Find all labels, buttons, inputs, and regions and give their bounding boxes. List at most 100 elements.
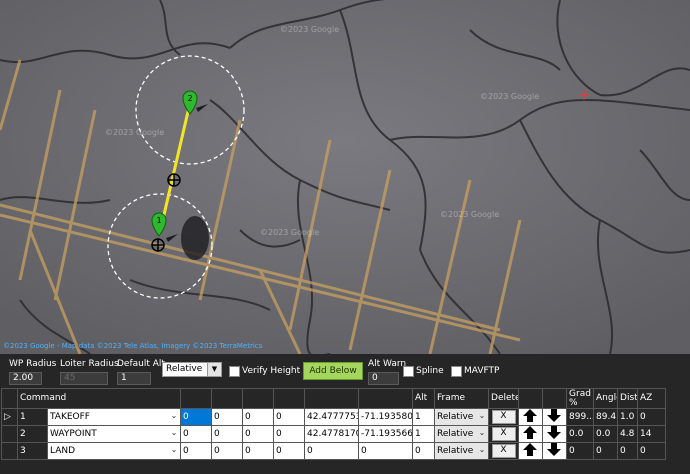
command-select[interactable]: WAYPOINT ⌄ [46, 425, 182, 443]
arrow-down-icon[interactable] [545, 443, 563, 458]
param2-cell-text: 0 [214, 429, 220, 439]
param3-cell[interactable]: 0 [242, 408, 275, 426]
add-below-button[interactable]: Add Below [303, 362, 363, 380]
grad-cell: 0.0 [566, 425, 595, 443]
header-alt[interactable]: Alt [412, 388, 436, 409]
header-param4[interactable] [273, 388, 306, 409]
row-number: 3 [17, 442, 48, 460]
arrow-down-icon[interactable] [545, 426, 563, 441]
header-param2[interactable] [211, 388, 244, 409]
dist-cell: 0 [617, 442, 639, 460]
header-delete[interactable]: Delete [488, 388, 520, 409]
header-lon[interactable] [358, 388, 414, 409]
param1-cell-text: 0 [183, 429, 189, 439]
table-row[interactable]: 3 LAND ⌄ 0 0 0 0 0 0 0 Relative ⌄ X 0 0 0 0 [1, 442, 666, 460]
alt-cell-text: 1 [415, 429, 421, 439]
arrow-up-icon[interactable] [521, 443, 539, 458]
home-location-icon[interactable] [151, 238, 165, 252]
param1-cell-text: 0 [183, 412, 189, 422]
alt-cell-text: 1 [415, 412, 421, 422]
param4-cell[interactable]: 0 [273, 408, 306, 426]
lat-cell[interactable]: 0 [304, 442, 360, 460]
wp-radius-label: WP Radius [9, 359, 57, 369]
param2-cell[interactable]: 0 [211, 408, 244, 426]
lon-cell[interactable]: -71.1935803 [358, 408, 414, 426]
param4-cell[interactable]: 0 [273, 425, 306, 443]
target-crosshair-icon [579, 90, 589, 100]
angle-cell: 89.4 [593, 408, 619, 426]
arrow-up-icon[interactable] [521, 426, 539, 441]
mavftp-checkbox[interactable] [451, 366, 462, 377]
chevron-down-icon: ▼ [207, 363, 221, 376]
chevron-down-icon: ⌄ [170, 428, 178, 437]
param1-cell[interactable]: 0 [180, 442, 213, 460]
param2-cell[interactable]: 0 [211, 425, 244, 443]
alt-cell[interactable]: 1 [412, 425, 436, 443]
loiter-radius-input[interactable]: 45 [60, 372, 108, 385]
header-param3[interactable] [242, 388, 275, 409]
param3-cell-text: 0 [245, 446, 251, 456]
spline-checkbox[interactable] [403, 366, 414, 377]
angle-cell: 0 [593, 442, 619, 460]
param3-cell[interactable]: 0 [242, 442, 275, 460]
param3-cell-text: 0 [245, 412, 251, 422]
alt-cell-text: 0 [415, 446, 421, 456]
alt-cell[interactable]: 0 [412, 442, 436, 460]
param1-cell[interactable]: 0 [180, 408, 213, 426]
param1-cell[interactable]: 0 [180, 425, 213, 443]
chevron-down-icon: ⌄ [170, 411, 178, 420]
az-cell: 14 [637, 425, 666, 443]
frame-cell-text: Relative [437, 429, 474, 439]
delete-cell: X [488, 442, 520, 460]
param4-cell-text: 0 [276, 412, 282, 422]
command-select-text: TAKEOFF [50, 412, 90, 422]
lat-cell[interactable]: 42.4777753 [304, 408, 360, 426]
param3-cell-text: 0 [245, 429, 251, 439]
wp-radius-input[interactable]: 2.00 [9, 372, 42, 385]
frame-cell[interactable]: Relative ⌄ [434, 442, 490, 460]
verify-height-checkbox[interactable] [229, 366, 240, 377]
waypoint-marker-1[interactable]: 1 [151, 212, 167, 237]
frame-cell[interactable]: Relative ⌄ [434, 408, 490, 426]
default-alt-label: Default Alt [117, 359, 165, 369]
waypoint-marker-2[interactable]: 2 [182, 90, 198, 115]
move-up-cell [518, 442, 544, 460]
header-param1[interactable] [180, 388, 213, 409]
frame-select-value: Relative [166, 364, 203, 374]
command-select[interactable]: LAND ⌄ [46, 442, 182, 460]
param4-cell[interactable]: 0 [273, 442, 306, 460]
frame-select[interactable]: Relative ▼ [162, 362, 222, 377]
table-row[interactable]: 2 WAYPOINT ⌄ 0 0 0 0 42.4778170-71.19356611 Rela… [1, 425, 666, 443]
delete-button[interactable]: X [491, 444, 516, 458]
lat-cell[interactable]: 42.4778170 [304, 425, 360, 443]
az-cell: 0 [637, 442, 666, 460]
frame-cell[interactable]: Relative ⌄ [434, 425, 490, 443]
alt-warn-label: Alt Warn [368, 359, 407, 369]
header-command[interactable]: Command [16, 388, 182, 409]
param2-cell[interactable]: 0 [211, 442, 244, 460]
default-alt-input[interactable]: 1 [117, 372, 151, 385]
delete-button[interactable]: X [491, 410, 516, 424]
alt-cell[interactable]: 1 [412, 408, 436, 426]
delete-button[interactable]: X [491, 427, 516, 441]
lon-cell-text: 0 [361, 446, 367, 456]
header-grad[interactable]: Grad % [566, 388, 595, 409]
header-angle[interactable]: Angle [593, 388, 619, 409]
midpoint-add-icon[interactable] [167, 173, 181, 187]
param3-cell[interactable]: 0 [242, 425, 275, 443]
mission-grid: Command Alt Frame Delete Grad % Angle Di… [1, 388, 666, 460]
map-view[interactable]: ©2023 Google ©2023 Google ©2023 Google ©… [0, 0, 690, 354]
arrow-down-icon[interactable] [545, 409, 563, 424]
lon-cell[interactable]: -71.1935661 [358, 425, 414, 443]
header-az[interactable]: AZ [637, 388, 666, 409]
arrow-up-icon[interactable] [521, 409, 539, 424]
header-lat[interactable] [304, 388, 360, 409]
row-number: 1 [17, 408, 48, 426]
lon-cell[interactable]: 0 [358, 442, 414, 460]
header-dist[interactable]: Dist [617, 388, 639, 409]
mavftp-label: MAVFTP [464, 366, 500, 376]
alt-warn-input[interactable]: 0 [368, 372, 399, 385]
header-frame[interactable]: Frame [434, 388, 490, 409]
table-row[interactable]: ▷1TAKEOFF⌄000042.4777753-71.19358031Rela… [1, 408, 666, 426]
command-select[interactable]: TAKEOFF ⌄ [46, 408, 182, 426]
